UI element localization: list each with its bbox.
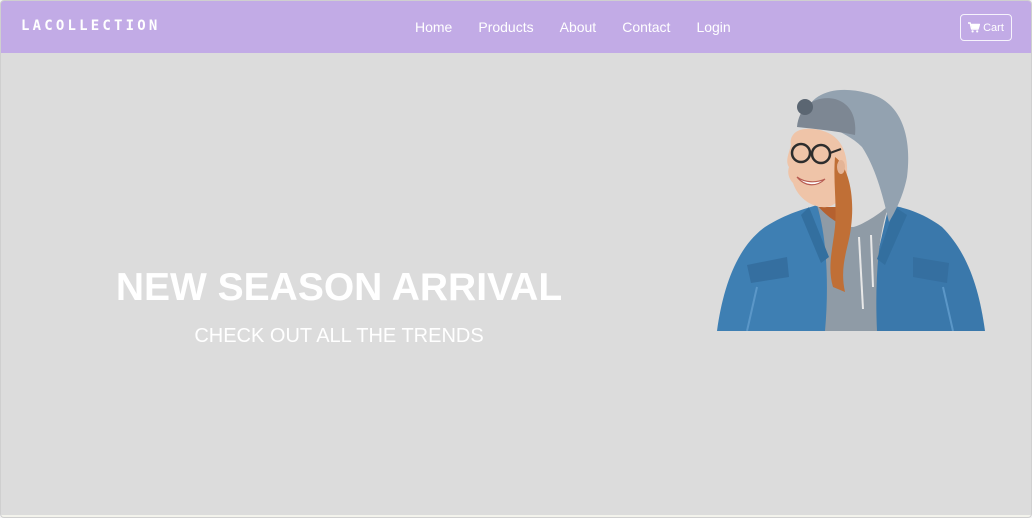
hero-subtitle: CHECK OUT ALL THE TRENDS bbox=[194, 325, 484, 347]
nav-link-login[interactable]: Login bbox=[683, 18, 743, 36]
hero-title: NEW SEASON ARRIVAL bbox=[115, 266, 563, 309]
brand-logo[interactable]: LACOLLECTION bbox=[21, 18, 161, 34]
nav-link-home[interactable]: Home bbox=[402, 18, 465, 36]
nav-link-about[interactable]: About bbox=[547, 18, 610, 36]
cart-label: Cart bbox=[983, 21, 1004, 34]
nav-links: Home Products About Contact Login bbox=[402, 18, 744, 36]
cart-button[interactable]: Cart bbox=[960, 14, 1012, 41]
nav-link-contact[interactable]: Contact bbox=[609, 18, 683, 36]
hero-model-image bbox=[717, 89, 985, 331]
page: LACOLLECTION Home Products About Contact… bbox=[0, 0, 1032, 518]
nav-link-products[interactable]: Products bbox=[465, 18, 546, 36]
shopping-cart-icon bbox=[968, 22, 981, 33]
hero-section: NEW SEASON ARRIVAL CHECK OUT ALL THE TRE… bbox=[1, 53, 1031, 515]
navbar: LACOLLECTION Home Products About Contact… bbox=[1, 1, 1031, 53]
